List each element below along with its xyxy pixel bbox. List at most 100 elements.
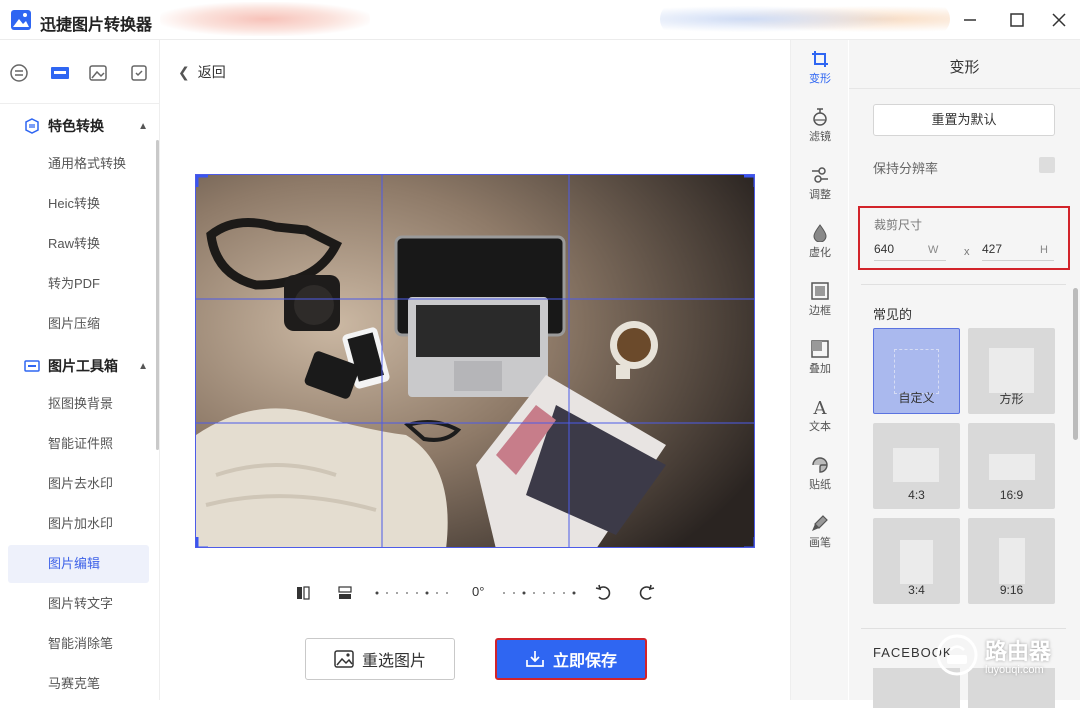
promo-banner-right[interactable]: [660, 2, 950, 36]
tool-transform[interactable]: 变形: [791, 50, 849, 86]
tool-label: 滤镜: [809, 131, 831, 143]
svg-text:A: A: [813, 398, 828, 416]
tool-label: 叠加: [809, 363, 831, 375]
sidebar-item-id-photo[interactable]: 智能证件照: [8, 425, 149, 463]
preset-4-3[interactable]: 4:3: [873, 423, 960, 509]
chevron-up-icon: ▲: [138, 360, 148, 372]
promo-banner[interactable]: [160, 2, 370, 36]
chevron-up-icon: ▲: [138, 120, 148, 132]
height-unit: H: [1040, 244, 1048, 256]
group-toolbox[interactable]: 图片工具箱 ▲: [24, 356, 152, 376]
sidebar-item-remove-watermark[interactable]: 图片去水印: [8, 465, 149, 503]
preset-16-9[interactable]: 16:9: [968, 423, 1055, 509]
divider: [861, 284, 1066, 285]
sidebar-scrollbar[interactable]: [156, 140, 159, 450]
preset-label: 方形: [999, 392, 1024, 406]
preset-label: 4:3: [908, 488, 925, 502]
title-bar: 迅捷图片转换器: [0, 0, 1080, 40]
group-label: 特色转换: [48, 118, 104, 134]
tool-label: 调整: [809, 189, 831, 201]
preset-3-4[interactable]: 3:4: [873, 518, 960, 604]
crop-height-input[interactable]: 427: [982, 242, 1002, 256]
transform-controls: 0°: [290, 582, 660, 604]
panel-title: 变形: [949, 59, 980, 76]
flip-horizontal-icon[interactable]: [295, 585, 311, 601]
sidebar-item-ocr[interactable]: 图片转文字: [8, 585, 149, 623]
group-special-convert[interactable]: 特色转换 ▲: [24, 116, 152, 136]
tool-overlay[interactable]: 叠加: [791, 340, 849, 376]
tool-sticker[interactable]: 贴纸: [791, 456, 849, 492]
rotate-right-icon[interactable]: [637, 584, 655, 602]
sidebar: 特色转换 ▲ 通用格式转换 Heic转换 Raw转换 转为PDF 图片压缩 图片…: [0, 40, 160, 700]
sidebar-item-format-convert[interactable]: 通用格式转换: [8, 145, 149, 183]
minimize-icon[interactable]: [960, 10, 980, 30]
sidebar-item-pdf[interactable]: 转为PDF: [8, 265, 149, 303]
preset-shape: [989, 454, 1035, 480]
preset-square[interactable]: 方形: [968, 328, 1055, 414]
tool-label: 贴纸: [809, 479, 831, 491]
sidebar-item-eraser[interactable]: 智能消除笔: [8, 625, 149, 663]
sidebar-item-heic[interactable]: Heic转换: [8, 185, 149, 223]
check-tab-icon[interactable]: [128, 62, 150, 84]
sidebar-item-image-edit[interactable]: 图片编辑: [8, 545, 149, 583]
flip-vertical-icon[interactable]: [337, 585, 353, 601]
dimension-separator: x: [964, 246, 970, 258]
crop-size-section: 裁剪尺寸 640 W x 427 H: [858, 206, 1070, 270]
watermark-subtext: luyouqi.com: [985, 664, 1044, 676]
toolbox-tab-icon[interactable]: [49, 62, 71, 84]
keep-resolution-checkbox[interactable]: [1039, 157, 1055, 173]
app-title: 迅捷图片转换器: [40, 17, 153, 34]
tool-label: 画笔: [809, 537, 831, 549]
preset-label: 16:9: [999, 488, 1024, 502]
editor-main: ❮ 返回 0° 重选图片 立即保存: [160, 40, 790, 700]
brush-icon: [812, 515, 828, 531]
tool-column: 变形 滤镜 调整 虚化 边框 叠加 A 文本 贴纸 画笔: [790, 40, 848, 700]
save-now-button[interactable]: 立即保存: [495, 638, 647, 680]
reselect-label: 重选图片: [361, 653, 426, 670]
panel-scrollbar[interactable]: [1073, 288, 1078, 440]
common-presets-label: 常见的: [873, 307, 913, 322]
tool-border[interactable]: 边框: [791, 282, 849, 318]
convert-tab-icon[interactable]: [8, 62, 30, 84]
sidebar-item-raw[interactable]: Raw转换: [8, 225, 149, 263]
reselect-image-button[interactable]: 重选图片: [305, 638, 455, 680]
filter-icon: [813, 108, 827, 126]
rotation-value: 0°: [472, 584, 485, 599]
tool-text[interactable]: A 文本: [791, 398, 849, 434]
crop-canvas[interactable]: [195, 174, 755, 548]
maximize-icon[interactable]: [1007, 10, 1027, 30]
sidebar-item-cutout[interactable]: 抠图换背景: [8, 385, 149, 423]
tool-label: 虚化: [809, 247, 831, 259]
reset-default-button[interactable]: 重置为默认: [873, 104, 1055, 136]
rotation-slider-left[interactable]: [375, 591, 455, 595]
save-label: 立即保存: [552, 653, 617, 670]
sidebar-item-mosaic[interactable]: 马赛克笔: [8, 665, 149, 703]
back-button[interactable]: ❮ 返回: [178, 62, 226, 82]
image-tab-icon[interactable]: [87, 62, 109, 84]
preset-shape: [989, 348, 1034, 393]
close-icon[interactable]: [1049, 10, 1069, 30]
rotate-left-icon[interactable]: [595, 584, 613, 602]
tool-brush[interactable]: 画笔: [791, 514, 849, 550]
width-underline: [874, 260, 946, 261]
rotation-slider-right[interactable]: [502, 591, 582, 595]
download-icon: [526, 651, 544, 667]
tool-blur[interactable]: 虚化: [791, 224, 849, 260]
sidebar-item-compress[interactable]: 图片压缩: [8, 305, 149, 343]
transform-panel: 变形 重置为默认 保持分辨率 裁剪尺寸 640 W x 427 H 常见的 自定…: [849, 40, 1080, 708]
width-unit: W: [928, 244, 939, 256]
divider: [849, 88, 1080, 89]
tool-adjust[interactable]: 调整: [791, 166, 849, 202]
back-label: 返回: [197, 64, 226, 80]
crop-width-input[interactable]: 640: [874, 242, 894, 256]
crop-size-label: 裁剪尺寸: [874, 218, 923, 232]
tool-filter[interactable]: 滤镜: [791, 108, 849, 144]
preset-9-16[interactable]: 9:16: [968, 518, 1055, 604]
adjust-icon: [812, 167, 828, 183]
sticker-icon: [812, 457, 828, 473]
sidebar-item-add-watermark[interactable]: 图片加水印: [8, 505, 149, 543]
keep-resolution-label: 保持分辨率: [873, 161, 939, 176]
tool-label: 变形: [809, 73, 831, 85]
preset-custom[interactable]: 自定义: [873, 328, 960, 414]
tool-label: 边框: [809, 305, 831, 317]
